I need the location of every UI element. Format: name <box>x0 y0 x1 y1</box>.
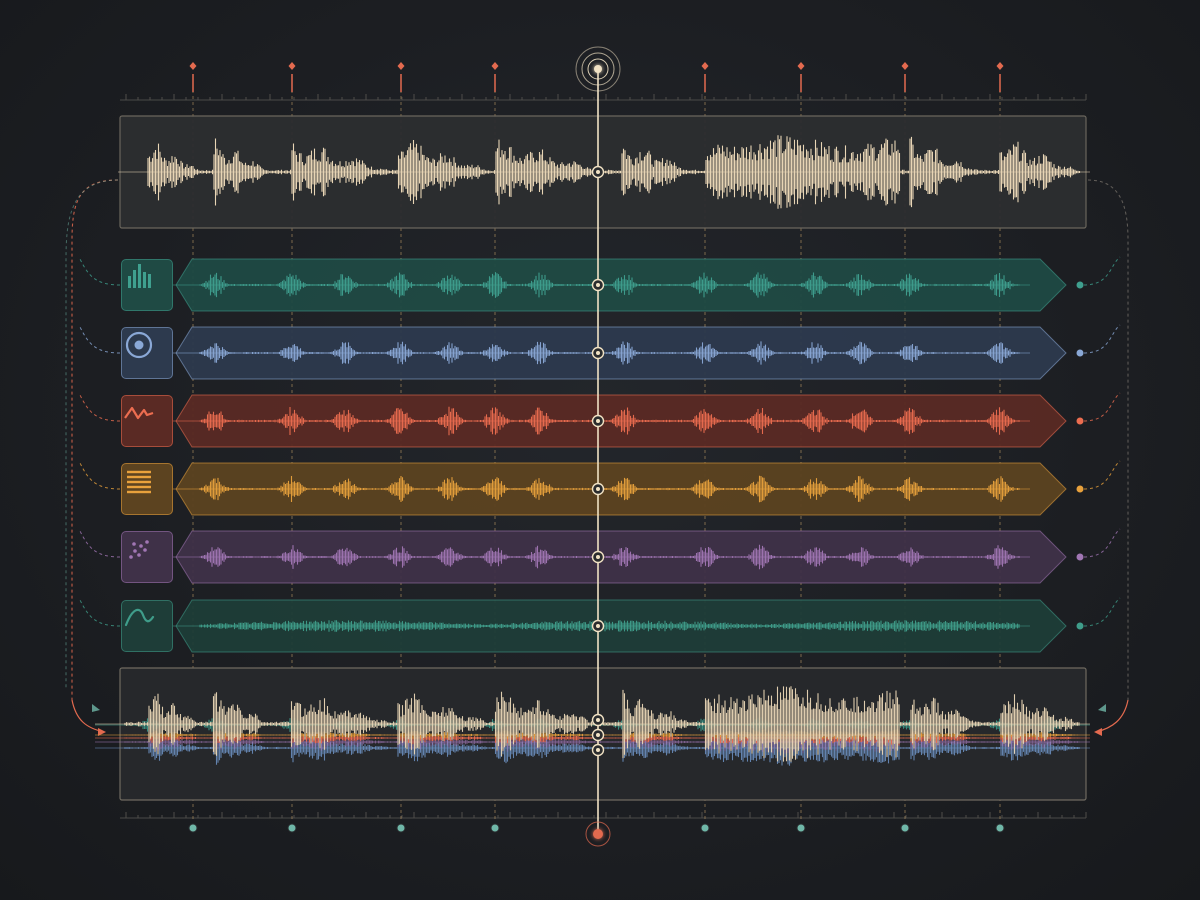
marker-dot[interactable] <box>188 823 198 833</box>
stem-output-dot[interactable] <box>1076 485 1084 493</box>
scatter-dots-icon-glyph <box>129 540 149 559</box>
lines-icon[interactable] <box>121 463 173 515</box>
marker-dot[interactable] <box>287 823 297 833</box>
timeline-canvas <box>65 46 1129 847</box>
stem-output-dot[interactable] <box>1076 553 1084 561</box>
bar-chart-icon[interactable] <box>121 259 173 311</box>
marker-dot[interactable] <box>995 823 1005 833</box>
bottom-ruler <box>120 812 1087 819</box>
marker-diamond[interactable] <box>189 62 197 70</box>
source-connectors <box>65 179 119 736</box>
marker-diamond[interactable] <box>397 62 405 70</box>
target-icon[interactable] <box>121 327 173 379</box>
marker-dot[interactable] <box>396 823 406 833</box>
stem-output-dot[interactable] <box>1076 281 1084 289</box>
arrow-left-icon <box>1098 704 1106 712</box>
marker-dot[interactable] <box>900 823 910 833</box>
marker-dot[interactable] <box>490 823 500 833</box>
top-ruler <box>120 94 1087 101</box>
arrow-left-icon <box>1094 728 1102 736</box>
bar-chart-icon-glyph <box>128 264 151 288</box>
target-icon-glyph <box>125 331 153 359</box>
stem-output-dot[interactable] <box>1076 349 1084 357</box>
marker-dot[interactable] <box>796 823 806 833</box>
mix-connectors <box>1087 179 1129 736</box>
record-marker[interactable] <box>593 829 603 839</box>
marker-diamond[interactable] <box>701 62 709 70</box>
playhead-handle[interactable] <box>594 65 602 73</box>
mix-editor <box>0 0 1200 900</box>
zigzag-icon[interactable] <box>121 395 173 447</box>
marker-diamond[interactable] <box>797 62 805 70</box>
sine-curve-icon-glyph <box>124 608 155 627</box>
marker-diamond[interactable] <box>491 62 499 70</box>
marker-diamond[interactable] <box>996 62 1004 70</box>
sine-curve-icon[interactable] <box>121 600 173 652</box>
marker-diamond[interactable] <box>901 62 909 70</box>
stem-output-dot[interactable] <box>1076 622 1084 630</box>
scatter-dots-icon[interactable] <box>121 531 173 583</box>
lines-icon-glyph <box>127 470 151 494</box>
marker-diamond[interactable] <box>288 62 296 70</box>
marker-dot[interactable] <box>700 823 710 833</box>
zigzag-icon-glyph <box>124 406 154 420</box>
arrow-right-icon <box>92 704 100 712</box>
stem-output-dot[interactable] <box>1076 417 1084 425</box>
